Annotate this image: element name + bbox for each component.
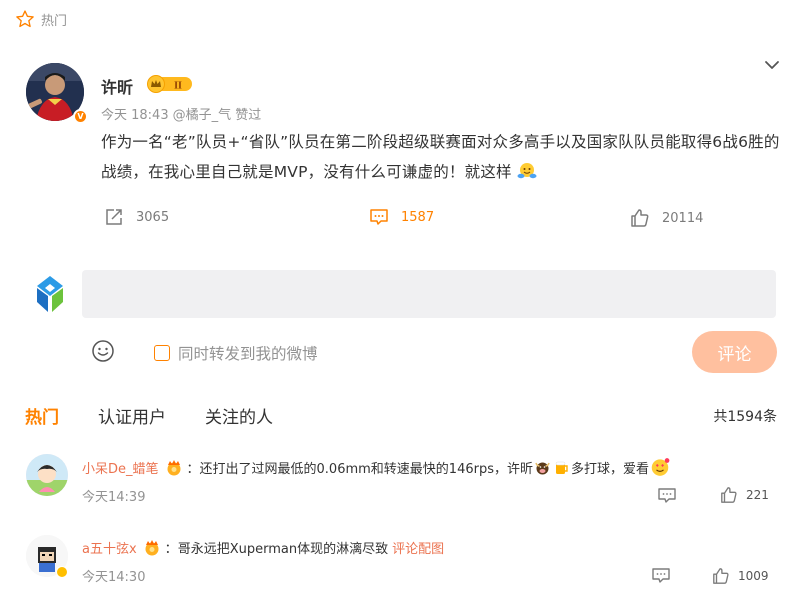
total-comment-count: 共1594条 — [713, 409, 777, 425]
tab-followed-users[interactable]: 关注的人 — [205, 403, 273, 428]
submit-comment-button[interactable]: 评论 — [692, 331, 777, 373]
comment-time: 今天14:30 — [82, 570, 146, 585]
thumbs-up-icon — [713, 568, 729, 584]
liked-by[interactable]: @橘子_气 赞过 — [173, 108, 262, 123]
hot-section-header: 热门 — [15, 9, 67, 29]
reply-icon[interactable] — [651, 567, 671, 585]
comment-count: 1587 — [401, 209, 435, 225]
comment-button[interactable]: 1587 — [369, 207, 434, 227]
hot-section-label: 热门 — [41, 13, 68, 29]
beer-emoji-icon — [555, 461, 568, 474]
thumbs-up-icon — [721, 487, 737, 503]
hug-emoji-icon — [517, 163, 537, 179]
comment-text-continued: 多打球，爱看 — [571, 461, 650, 477]
repost-to-weibo-option[interactable]: 同时转发到我的微博 — [154, 342, 318, 364]
thumbs-up-icon — [631, 209, 649, 227]
comment-like-button[interactable]: 1009 — [712, 567, 769, 585]
level-badge-icon: II — [147, 75, 192, 93]
vip-crown-icon — [167, 459, 181, 475]
like-button[interactable]: 20114 — [630, 208, 703, 228]
svg-text:II: II — [174, 80, 182, 91]
tab-hot[interactable]: 热门 — [25, 403, 59, 428]
verified-badge: V — [73, 109, 88, 124]
tab-verified-users[interactable]: 认证用户 — [98, 403, 166, 428]
comment-time: 今天14:39 — [82, 490, 146, 505]
vip-badge-icon — [56, 566, 68, 578]
chevron-down-icon[interactable] — [764, 57, 780, 73]
comment-username[interactable]: 小呆De_蜡笔 — [82, 458, 159, 477]
comment-like-button[interactable]: 221 — [720, 486, 769, 504]
repost-checkbox[interactable] — [154, 345, 170, 361]
heart-eyes-emoji-icon — [651, 458, 670, 476]
like-count: 20114 — [662, 210, 704, 226]
star-icon — [16, 10, 34, 28]
post-time[interactable]: 今天 18:43 — [101, 108, 169, 123]
comment-like-count: 1009 — [738, 569, 769, 583]
author-name[interactable]: 许昕 — [101, 74, 133, 98]
comment-like-count: 221 — [746, 488, 769, 502]
reply-icon[interactable] — [657, 487, 677, 505]
vip-crown-icon — [145, 540, 159, 556]
comment-row: a五十弦x ： 哥永远把Xuperman体现的淋漓尽致 评论配图 — [82, 538, 444, 557]
app-logo — [37, 276, 63, 312]
comment-row: 小呆De_蜡笔 ： 还打出了过网最低的0.06mm和转速最快的146rps，许昕… — [82, 457, 671, 477]
comment-text: 哥永远把Xuperman体现的淋漓尽致 — [177, 542, 389, 557]
post-meta: 今天 18:43 @橘子_气 赞过 — [101, 104, 265, 123]
comment-username[interactable]: a五十弦x — [82, 538, 137, 557]
repost-checkbox-label: 同时转发到我的微博 — [178, 345, 318, 363]
comment-text: 还打出了过网最低的0.06mm和转速最快的146rps，许昕 — [199, 461, 533, 477]
repost-button[interactable]: 3065 — [104, 207, 169, 227]
commenter-avatar[interactable] — [26, 454, 68, 496]
comment-image-link[interactable]: 评论配图 — [392, 538, 444, 557]
repost-count: 3065 — [136, 209, 170, 225]
bull-emoji-icon — [535, 462, 550, 474]
smiley-icon[interactable] — [91, 339, 115, 363]
comment-input[interactable] — [82, 270, 776, 318]
comment-icon — [370, 209, 388, 225]
post-text: 作为一名“老”队员+“省队”队员在第二阶段超级联赛面对众多高手以及国家队队员能取… — [101, 133, 780, 181]
repost-icon — [106, 209, 122, 225]
